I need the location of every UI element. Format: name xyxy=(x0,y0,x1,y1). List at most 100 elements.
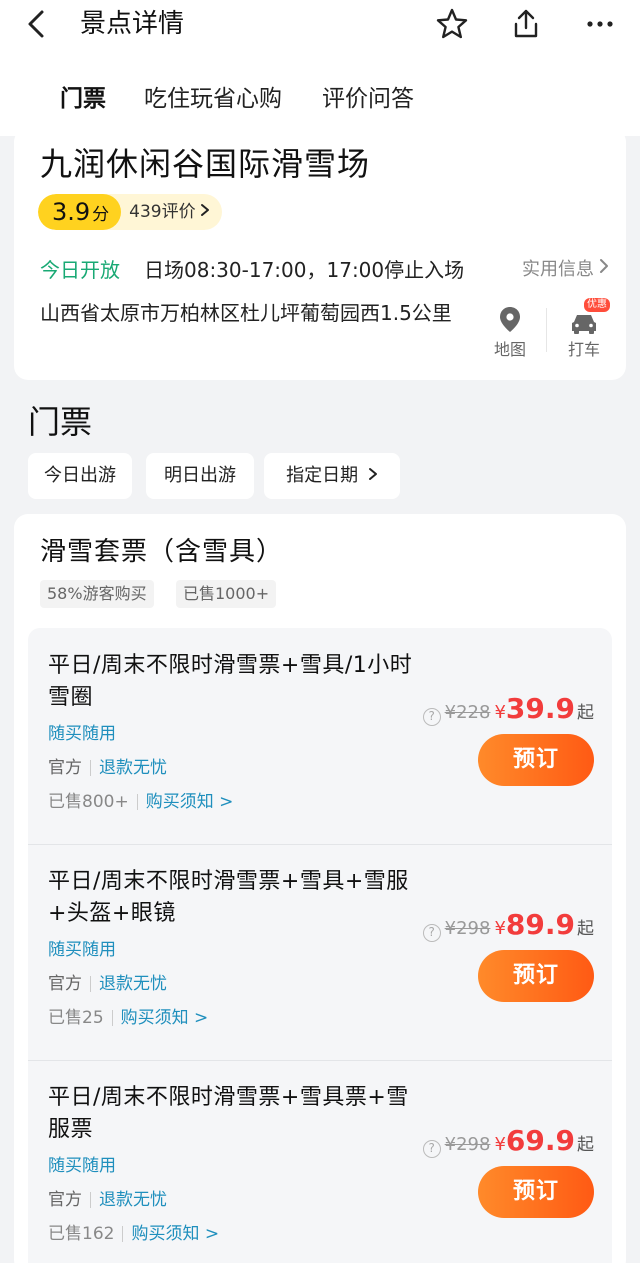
tab-tickets[interactable]: 门票 xyxy=(60,82,106,116)
price-suffix: 起 xyxy=(577,703,594,723)
offer-feature: 随买随用 xyxy=(48,724,116,744)
review-count[interactable]: 439评价 xyxy=(121,194,221,230)
divider xyxy=(111,1010,113,1026)
chip-pick-date-label: 指定日期 xyxy=(286,465,359,486)
chevron-right-icon xyxy=(200,194,210,230)
price-sign: ¥ xyxy=(494,1134,506,1155)
score-value: 3.9 xyxy=(52,198,91,226)
rating-score: 3.9 分 xyxy=(38,194,122,230)
divider xyxy=(546,308,547,352)
price-row: ? ¥298 ¥ 89.9 起 xyxy=(422,908,594,944)
map-pin-icon xyxy=(480,302,540,336)
offer-feature: 随买随用 xyxy=(48,940,116,960)
current-price: 89.9 xyxy=(505,908,575,941)
taxi-button[interactable]: 优惠 打车 xyxy=(554,298,614,360)
divider xyxy=(136,794,138,810)
price-suffix: 起 xyxy=(577,1135,594,1155)
chip-pick-date[interactable]: 指定日期 xyxy=(264,453,400,499)
divider xyxy=(28,844,612,845)
offer-list: 平日/周末不限时滑雪票+雪具/1小时雪圈 随买随用 官方 退款无忧 已售800+… xyxy=(28,628,612,1263)
taxi-label: 打车 xyxy=(567,340,600,359)
top-bar: 景点详情 门票 吃住玩省心购 评价问答 xyxy=(0,0,640,136)
price-sign: ¥ xyxy=(494,702,506,723)
purchase-notice-link[interactable]: 购买须知 > xyxy=(131,1222,219,1246)
chip-tomorrow[interactable]: 明日出游 xyxy=(146,453,254,499)
spot-name: 九润休闲谷国际滑雪场 xyxy=(40,145,371,183)
price-row: ? ¥298 ¥ 69.9 起 xyxy=(422,1124,594,1160)
divider xyxy=(28,1060,612,1061)
book-button[interactable]: 预订 xyxy=(478,1166,594,1218)
refund-label: 退款无忧 xyxy=(99,758,167,778)
divider xyxy=(90,1192,91,1208)
map-label: 地图 xyxy=(493,340,526,359)
offer-sold-row: 已售25 购买须知 > xyxy=(48,1006,208,1030)
package-tag: 58%游客购买 xyxy=(40,580,154,608)
sold-count: 已售25 xyxy=(48,1008,104,1028)
offer-guarantee: 官方 退款无忧 xyxy=(48,756,167,780)
offer-sold-row: 已售162 购买须知 > xyxy=(48,1222,219,1246)
divider xyxy=(122,1226,124,1242)
price-sign: ¥ xyxy=(494,918,506,939)
page-title: 景点详情 xyxy=(80,9,185,39)
original-price: ¥298 xyxy=(444,1134,491,1155)
offer-name: 平日/周末不限时滑雪票+雪具票+雪服票 xyxy=(48,1085,409,1142)
sold-count: 已售800+ xyxy=(48,792,129,812)
star-icon[interactable] xyxy=(432,4,472,44)
package-title: 滑雪套票（含雪具） xyxy=(40,537,284,567)
practical-info-label: 实用信息 xyxy=(522,259,594,280)
promo-badge: 优惠 xyxy=(584,298,610,312)
question-icon[interactable]: ? xyxy=(422,708,441,726)
ticket-package-card: 滑雪套票（含雪具） 58%游客购买 已售1000+ 平日/周末不限时滑雪票+雪具… xyxy=(14,514,626,1263)
offer-item[interactable]: 平日/周末不限时滑雪票+雪具票+雪服票 随买随用 官方 退款无忧 已售162 购… xyxy=(28,1060,612,1263)
offer-feature: 随买随用 xyxy=(48,1156,116,1176)
car-icon: 优惠 xyxy=(554,298,614,336)
purchase-notice-link[interactable]: 购买须知 > xyxy=(121,1006,209,1030)
official-label: 官方 xyxy=(48,1190,82,1210)
tab-bar: 门票 吃住玩省心购 评价问答 xyxy=(0,74,640,136)
tickets-section-title: 门票 xyxy=(28,403,93,441)
book-button[interactable]: 预订 xyxy=(478,734,594,786)
current-price: 39.9 xyxy=(505,692,575,725)
original-price: ¥298 xyxy=(444,918,491,939)
divider xyxy=(90,976,91,992)
sold-count: 已售162 xyxy=(48,1224,115,1244)
practical-info-link[interactable]: 实用信息 xyxy=(522,252,610,288)
question-icon[interactable]: ? xyxy=(422,924,441,942)
map-button[interactable]: 地图 xyxy=(480,302,540,360)
book-button[interactable]: 预订 xyxy=(478,950,594,1002)
back-icon[interactable] xyxy=(20,6,56,42)
chevron-right-icon xyxy=(598,252,610,288)
more-icon[interactable] xyxy=(580,4,620,44)
rating-badge[interactable]: 3.9 分 439评价 xyxy=(38,194,222,230)
package-tag: 已售1000+ xyxy=(176,580,277,608)
offer-guarantee: 官方 退款无忧 xyxy=(48,1188,167,1212)
price-suffix: 起 xyxy=(577,919,594,939)
offer-guarantee: 官方 退款无忧 xyxy=(48,972,167,996)
price-row: ? ¥228 ¥ 39.9 起 xyxy=(422,692,594,728)
offer-item[interactable]: 平日/周末不限时滑雪票+雪具/1小时雪圈 随买随用 官方 退款无忧 已售800+… xyxy=(28,628,612,844)
current-price: 69.9 xyxy=(505,1124,575,1157)
tab-reviews-qa[interactable]: 评价问答 xyxy=(322,82,414,116)
chip-today[interactable]: 今日出游 xyxy=(28,453,132,499)
tab-eat-stay-play[interactable]: 吃住玩省心购 xyxy=(144,82,282,116)
share-icon[interactable] xyxy=(506,4,546,44)
chevron-right-icon xyxy=(368,453,378,499)
refund-label: 退款无忧 xyxy=(99,1190,167,1210)
official-label: 官方 xyxy=(48,974,82,994)
question-icon[interactable]: ? xyxy=(422,1140,441,1158)
offer-item[interactable]: 平日/周末不限时滑雪票+雪具+雪服+头盔+眼镜 随买随用 官方 退款无忧 已售2… xyxy=(28,844,612,1060)
score-unit: 分 xyxy=(92,205,110,225)
divider xyxy=(90,760,91,776)
opening-row: 今日开放 日场08:30-17:00，17:00停止入场 实用信息 xyxy=(40,252,610,288)
offer-name: 平日/周末不限时滑雪票+雪具+雪服+头盔+眼镜 xyxy=(48,869,409,926)
spot-info-card: 九润休闲谷国际滑雪场 3.9 分 439评价 今日开放 日场08:30-17:0… xyxy=(14,128,626,380)
official-label: 官方 xyxy=(48,758,82,778)
offer-name: 平日/周末不限时滑雪票+雪具/1小时雪圈 xyxy=(48,653,413,710)
address-text: 山西省太原市万柏林区杜儿坪葡萄园西1.5公里 xyxy=(40,301,452,325)
review-count-label: 439评价 xyxy=(129,202,196,222)
open-status: 今日开放 xyxy=(40,258,120,282)
open-hours: 日场08:30-17:00，17:00停止入场 xyxy=(144,258,465,282)
purchase-notice-link[interactable]: 购买须知 > xyxy=(146,790,234,814)
original-price: ¥228 xyxy=(444,702,491,723)
offer-sold-row: 已售800+ 购买须知 > xyxy=(48,790,233,814)
